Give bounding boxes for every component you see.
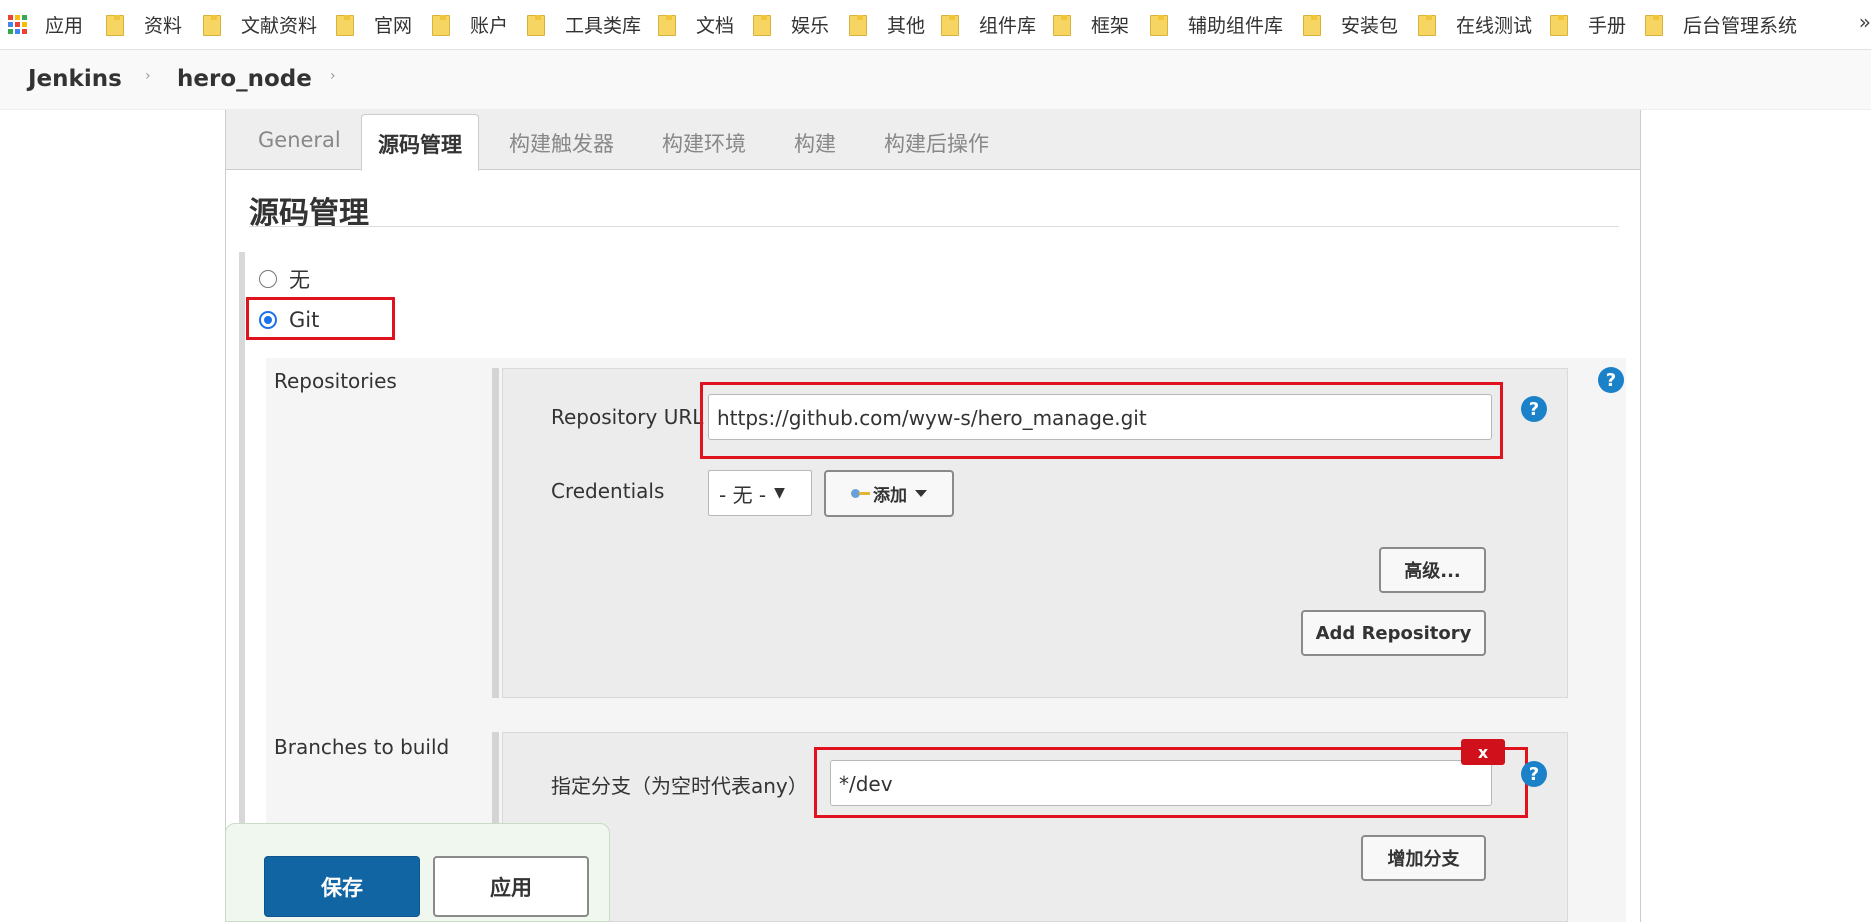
bookmark-label: 安装包 bbox=[1341, 14, 1399, 37]
repositories-indent-bar bbox=[492, 368, 499, 698]
tab-build[interactable]: 构建 bbox=[794, 128, 836, 158]
tab-general[interactable]: General bbox=[258, 128, 341, 152]
more-bookmarks-icon[interactable]: » bbox=[1859, 10, 1871, 34]
breadcrumb: Jenkins › hero_node › bbox=[0, 50, 1871, 110]
folder-icon bbox=[1303, 14, 1321, 36]
bookmark-label: 娱乐 bbox=[791, 14, 830, 37]
folder-icon bbox=[106, 14, 124, 36]
credentials-selected-value: - 无 - bbox=[719, 482, 767, 507]
bookmark-folder[interactable]: 娱乐 bbox=[753, 10, 829, 38]
add-credentials-label: 添加 bbox=[873, 486, 907, 506]
bookmark-label: 工具类库 bbox=[565, 14, 642, 37]
folder-icon bbox=[527, 14, 545, 36]
bookmark-label: 辅助组件库 bbox=[1188, 14, 1284, 37]
bookmark-label: 文献资料 bbox=[241, 14, 318, 37]
folder-icon bbox=[203, 14, 221, 36]
folder-icon bbox=[1150, 14, 1168, 36]
credentials-select[interactable]: - 无 - ▼ bbox=[708, 470, 812, 516]
tab-build-triggers[interactable]: 构建触发器 bbox=[509, 128, 614, 158]
credentials-label: Credentials bbox=[551, 479, 665, 503]
bookmark-label: 其他 bbox=[887, 14, 926, 37]
key-icon bbox=[851, 488, 871, 499]
breadcrumb-separator-icon[interactable]: › bbox=[145, 68, 151, 84]
bottom-action-bar: 保存 应用 bbox=[225, 823, 610, 922]
branch-specifier-label: 指定分支（为空时代表any） bbox=[551, 774, 808, 798]
scm-help-icon[interactable]: ? bbox=[1598, 367, 1624, 393]
delete-branch-button[interactable]: x bbox=[1461, 739, 1505, 765]
breadcrumb-job[interactable]: hero_node bbox=[177, 66, 312, 92]
branch-help-icon[interactable]: ? bbox=[1521, 761, 1547, 787]
bookmark-label: 应用 bbox=[45, 14, 84, 37]
bookmark-folder[interactable]: 文献资料 bbox=[203, 10, 317, 38]
bookmark-folder[interactable]: 文档 bbox=[658, 10, 734, 38]
folder-icon bbox=[849, 14, 867, 36]
add-branch-button[interactable]: 增加分支 bbox=[1361, 835, 1486, 881]
radio-label: 无 bbox=[289, 268, 310, 292]
scm-option-none[interactable]: 无 bbox=[259, 264, 310, 294]
config-panel: General 源码管理 构建触发器 构建环境 构建 构建后操作 源码管理 无 … bbox=[225, 110, 1641, 922]
bookmark-folder[interactable]: 后台管理系统 bbox=[1645, 10, 1797, 38]
radio-none[interactable] bbox=[259, 270, 277, 288]
bookmark-label: 官网 bbox=[374, 14, 413, 37]
bookmarks-bar: 应用 资料 文献资料 官网 账户 工具类库 文档 娱乐 其他 组件库 框架 辅助… bbox=[0, 0, 1871, 50]
highlight-git-option bbox=[246, 297, 395, 340]
branches-label: Branches to build bbox=[274, 735, 450, 759]
bookmark-folder[interactable]: 安装包 bbox=[1303, 10, 1398, 38]
bookmark-label: 账户 bbox=[470, 14, 509, 37]
bookmark-folder[interactable]: 资料 bbox=[106, 10, 182, 38]
bookmark-label: 手册 bbox=[1588, 14, 1627, 37]
bookmark-folder[interactable]: 手册 bbox=[1550, 10, 1626, 38]
caret-down-icon bbox=[915, 490, 927, 497]
bookmark-label: 在线测试 bbox=[1456, 14, 1533, 37]
folder-icon bbox=[432, 14, 450, 36]
section-indent-bar bbox=[239, 252, 245, 922]
tab-scm[interactable]: 源码管理 bbox=[361, 114, 479, 171]
bookmark-folder[interactable]: 在线测试 bbox=[1418, 10, 1532, 38]
add-repository-button[interactable]: Add Repository bbox=[1301, 610, 1486, 656]
folder-icon bbox=[1053, 14, 1071, 36]
section-divider bbox=[249, 226, 1619, 227]
breadcrumb-separator-icon[interactable]: › bbox=[330, 68, 336, 84]
folder-icon bbox=[753, 14, 771, 36]
apps-grid-icon bbox=[8, 14, 27, 34]
folder-icon bbox=[941, 14, 959, 36]
apply-button[interactable]: 应用 bbox=[433, 856, 589, 917]
save-button[interactable]: 保存 bbox=[264, 856, 420, 917]
bookmark-folder[interactable]: 框架 bbox=[1053, 10, 1129, 38]
bookmark-folder[interactable]: 组件库 bbox=[941, 10, 1036, 38]
repositories-label: Repositories bbox=[274, 369, 397, 393]
repository-url-help-icon[interactable]: ? bbox=[1521, 396, 1547, 422]
bookmark-folder[interactable]: 辅助组件库 bbox=[1150, 10, 1283, 38]
bookmark-label: 组件库 bbox=[979, 14, 1037, 37]
tab-build-environment[interactable]: 构建环境 bbox=[662, 128, 746, 158]
bookmark-folder[interactable]: 官网 bbox=[336, 10, 412, 38]
chevron-down-icon: ▼ bbox=[774, 485, 785, 501]
folder-icon bbox=[336, 14, 354, 36]
add-credentials-button[interactable]: 添加 bbox=[824, 470, 954, 517]
advanced-button[interactable]: 高级... bbox=[1379, 547, 1486, 593]
config-tabs: General 源码管理 构建触发器 构建环境 构建 构建后操作 bbox=[226, 110, 1640, 171]
folder-icon bbox=[658, 14, 676, 36]
bookmark-label: 文档 bbox=[696, 14, 735, 37]
tab-post-build[interactable]: 构建后操作 bbox=[884, 128, 989, 158]
bookmark-folder[interactable]: 工具类库 bbox=[527, 10, 641, 38]
bookmark-apps[interactable]: 应用 bbox=[8, 10, 83, 38]
folder-icon bbox=[1550, 14, 1568, 36]
folder-icon bbox=[1645, 14, 1663, 36]
breadcrumb-jenkins[interactable]: Jenkins bbox=[28, 66, 122, 92]
bookmark-label: 后台管理系统 bbox=[1683, 14, 1798, 37]
bookmark-label: 框架 bbox=[1091, 14, 1130, 37]
repository-url-label: Repository URL bbox=[551, 405, 704, 429]
bookmark-folder[interactable]: 账户 bbox=[432, 10, 508, 38]
bookmark-label: 资料 bbox=[144, 14, 183, 37]
highlight-branch-specifier bbox=[814, 747, 1528, 818]
bookmark-folder[interactable]: 其他 bbox=[849, 10, 925, 38]
folder-icon bbox=[1418, 14, 1436, 36]
highlight-repository-url bbox=[700, 382, 1503, 459]
